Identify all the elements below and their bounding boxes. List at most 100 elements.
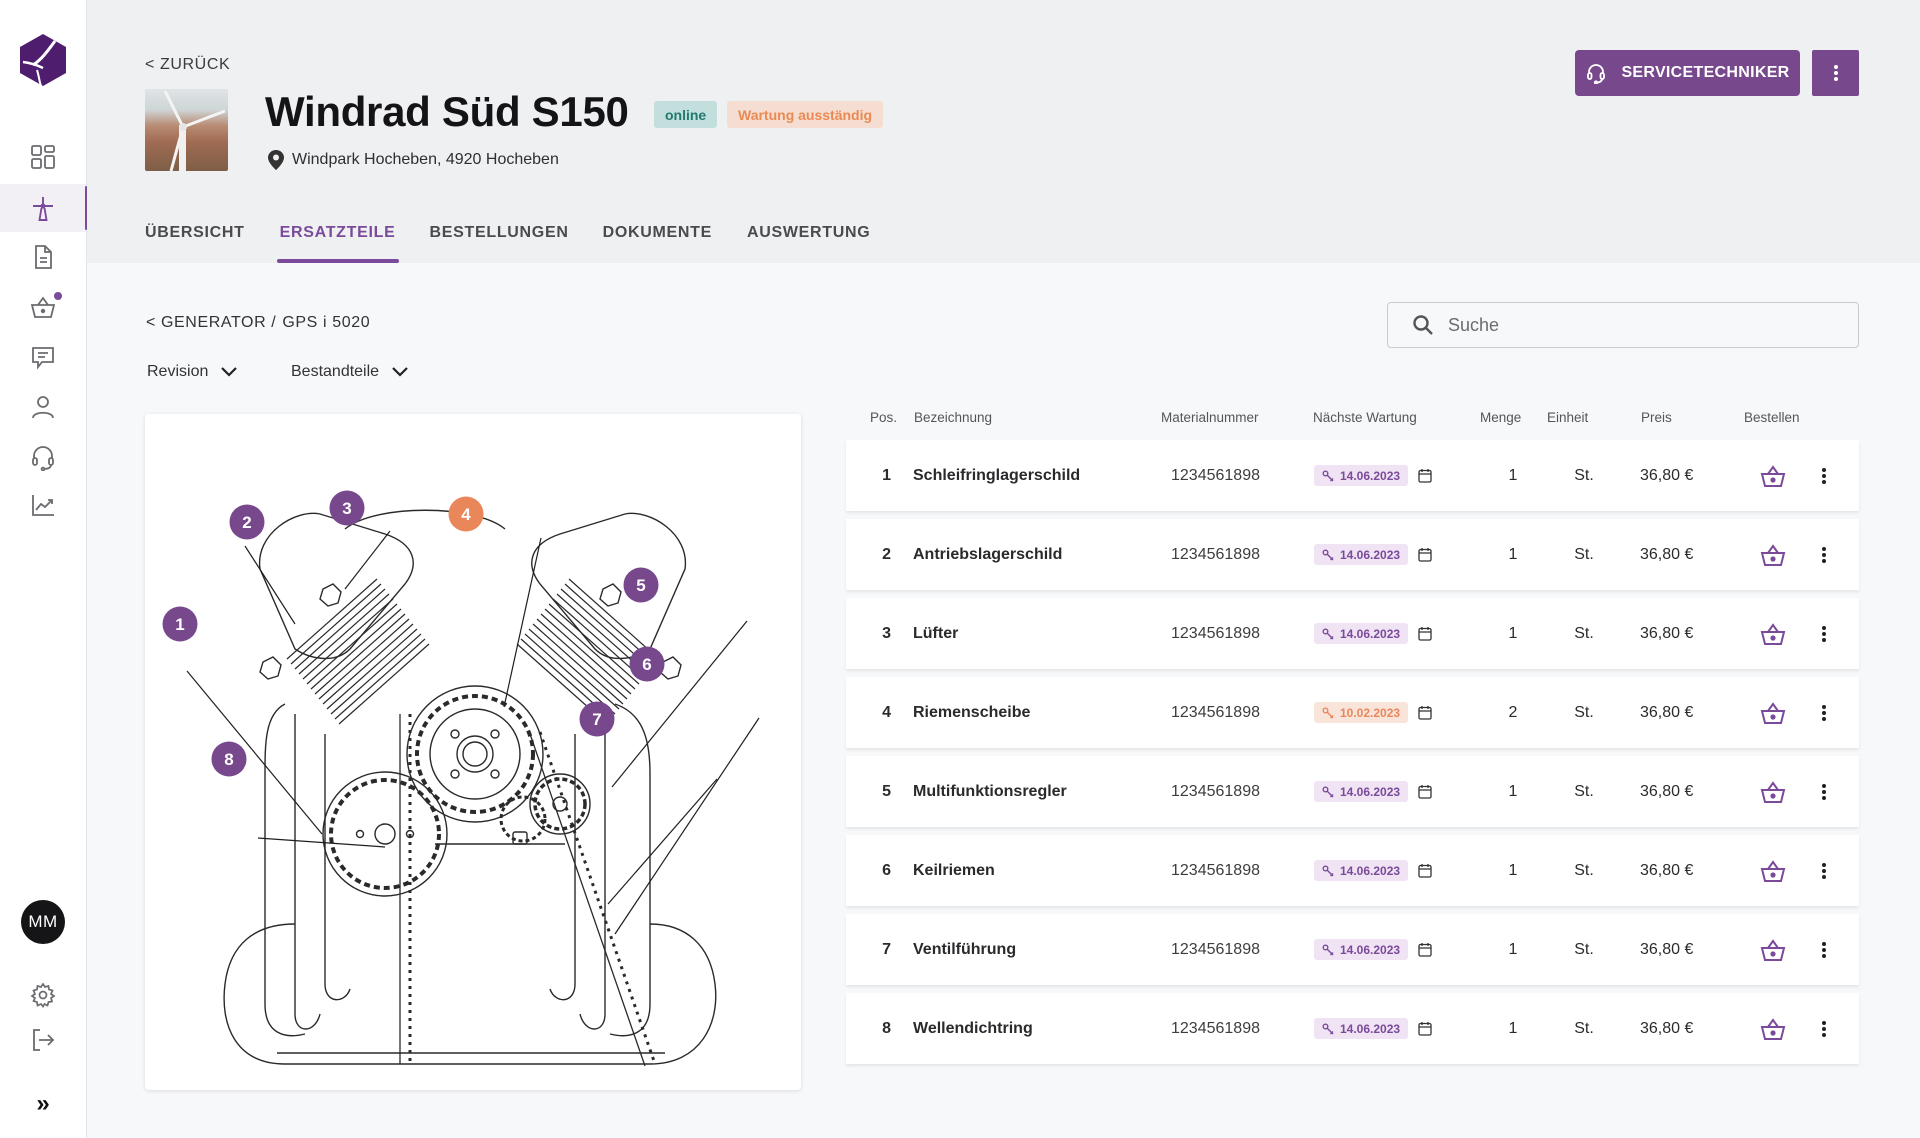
- order-button[interactable]: [1758, 835, 1788, 906]
- row-more-button[interactable]: [1814, 993, 1834, 1064]
- order-button[interactable]: [1758, 598, 1788, 669]
- row-more-button[interactable]: [1814, 756, 1834, 827]
- sidebar-item-dashboard[interactable]: [0, 133, 86, 181]
- diagram-marker-1[interactable]: 1: [162, 606, 198, 642]
- logo-icon[interactable]: [17, 32, 69, 88]
- calendar-icon[interactable]: [1418, 784, 1432, 799]
- row-quantity: 1: [1508, 1019, 1518, 1037]
- document-icon: [35, 245, 52, 269]
- add-to-cart-icon: [1760, 701, 1786, 724]
- row-quantity: 1: [1508, 782, 1518, 800]
- user-icon: [32, 396, 54, 419]
- sidebar-item-analytics[interactable]: [0, 481, 86, 529]
- calendar-icon[interactable]: [1418, 705, 1432, 720]
- table-row[interactable]: 5 Multifunktionsregler 1234561898 14.06.202…: [846, 756, 1859, 827]
- row-quantity: 2: [1508, 703, 1518, 721]
- row-position: 8: [882, 1019, 891, 1037]
- diagram-marker-2[interactable]: 2: [229, 504, 265, 540]
- row-price: 36,80 €: [1640, 545, 1694, 563]
- order-button[interactable]: [1758, 440, 1788, 511]
- calendar-icon[interactable]: [1418, 942, 1432, 957]
- search-field[interactable]: [1387, 302, 1859, 348]
- order-button[interactable]: [1758, 993, 1788, 1064]
- chat-icon: [32, 347, 54, 370]
- calendar-icon[interactable]: [1418, 1021, 1432, 1036]
- diagram-marker-5[interactable]: 5: [623, 567, 659, 603]
- add-to-cart-icon: [1760, 622, 1786, 645]
- diagram-marker-4[interactable]: 4: [448, 496, 484, 532]
- breadcrumb-current: GPS i 5020: [282, 314, 371, 331]
- order-button[interactable]: [1758, 677, 1788, 748]
- row-unit: St.: [1574, 782, 1594, 800]
- row-more-button[interactable]: [1814, 598, 1834, 669]
- marker-label: 1: [175, 615, 184, 634]
- more-vertical-icon: [1822, 862, 1826, 879]
- maintenance-date-pill: 14.06.2023: [1314, 781, 1409, 802]
- table-row[interactable]: 3 Lüfter 1234561898 14.06.2023 1 St. 36,80 €: [846, 598, 1859, 669]
- sidebar-item-logout[interactable]: [0, 1016, 86, 1064]
- tab-orders[interactable]: BESTELLUNGEN: [430, 222, 569, 263]
- row-next-maintenance: 14.06.2023: [1314, 598, 1432, 669]
- components-dropdown[interactable]: Bestandteile: [291, 363, 409, 381]
- header-more-button[interactable]: [1812, 50, 1859, 96]
- table-row[interactable]: 6 Keilriemen 1234561898 14.06.2023 1 St. 36,80…: [846, 835, 1859, 906]
- avatar-initials: MM: [28, 912, 58, 931]
- table-row[interactable]: 4 Riemenscheibe 1234561898 10.02.2023 2 St. 36…: [846, 677, 1859, 748]
- sidebar-item-wind-turbines[interactable]: [0, 184, 88, 232]
- avatar[interactable]: MM: [21, 900, 65, 944]
- sidebar-item-settings[interactable]: [0, 971, 86, 1019]
- table-row[interactable]: 1 Schleifringlagerschild 1234561898 14.06.2…: [846, 440, 1859, 511]
- maintenance-date: 14.06.2023: [1340, 468, 1401, 483]
- calendar-icon[interactable]: [1418, 626, 1432, 641]
- order-button[interactable]: [1758, 756, 1788, 827]
- diagram-marker-7[interactable]: 7: [579, 701, 615, 737]
- row-position: 4: [882, 703, 891, 721]
- table-row[interactable]: 8 Wellendichtring 1234561898 14.06.2023 1 St.…: [846, 993, 1859, 1064]
- service-technician-button[interactable]: SERVICETECHNIKER: [1575, 50, 1800, 96]
- calendar-icon[interactable]: [1418, 468, 1432, 483]
- row-quantity: 1: [1508, 624, 1518, 642]
- wrench-icon: [1322, 865, 1334, 876]
- row-price: 36,80 €: [1640, 624, 1694, 642]
- row-more-button[interactable]: [1814, 519, 1834, 590]
- sidebar-item-support[interactable]: [0, 433, 86, 481]
- table-row[interactable]: 7 Ventilführung 1234561898 14.06.2023 1 St. 36…: [846, 914, 1859, 985]
- more-vertical-icon: [1822, 783, 1826, 800]
- diagram-marker-3[interactable]: 3: [329, 490, 365, 526]
- order-button[interactable]: [1758, 519, 1788, 590]
- table-row[interactable]: 2 Antriebslagerschild 1234561898 14.06.2023…: [846, 519, 1859, 590]
- diagram-marker-6[interactable]: 6: [629, 646, 665, 682]
- more-vertical-icon: [1833, 65, 1838, 81]
- row-material-number: 1234561898: [1171, 545, 1260, 563]
- revision-dropdown[interactable]: Revision: [147, 363, 238, 381]
- sidebar-item-users[interactable]: [0, 383, 86, 431]
- tab-documents[interactable]: DOKUMENTE: [603, 222, 712, 263]
- tab-analysis[interactable]: AUSWERTUNG: [747, 222, 870, 263]
- calendar-icon[interactable]: [1418, 863, 1432, 878]
- row-more-button[interactable]: [1814, 835, 1834, 906]
- sidebar-item-cart[interactable]: [0, 283, 86, 331]
- search-input[interactable]: [1448, 314, 1828, 336]
- exploded-view-diagram: 1 2 3 4 5 6 7 8: [145, 414, 801, 1090]
- tab-overview[interactable]: ÜBERSICHT: [145, 222, 245, 263]
- row-part-name: Wellendichtring: [913, 1019, 1033, 1037]
- location: Windpark Hocheben, 4920 Hocheben: [268, 150, 559, 170]
- notification-dot: [54, 292, 62, 300]
- column-header-price: Preis: [1641, 410, 1672, 425]
- row-material-number: 1234561898: [1171, 466, 1260, 484]
- row-more-button[interactable]: [1814, 914, 1834, 985]
- order-button[interactable]: [1758, 914, 1788, 985]
- wrench-icon: [1322, 628, 1334, 639]
- row-more-button[interactable]: [1814, 440, 1834, 511]
- diagram-marker-8[interactable]: 8: [211, 741, 247, 777]
- sidebar-expand-button[interactable]: »: [0, 1080, 86, 1128]
- back-link[interactable]: < ZURÜCK: [145, 56, 230, 74]
- row-more-button[interactable]: [1814, 677, 1834, 748]
- calendar-icon[interactable]: [1418, 547, 1432, 562]
- row-next-maintenance: 14.06.2023: [1314, 914, 1432, 985]
- tab-spare-parts[interactable]: ERSATZTEILE: [276, 222, 399, 263]
- sidebar-item-messages[interactable]: [0, 333, 86, 381]
- sidebar-item-documents[interactable]: [0, 233, 86, 281]
- add-to-cart-icon: [1760, 1017, 1786, 1040]
- breadcrumb-parent[interactable]: < GENERATOR /: [146, 314, 276, 332]
